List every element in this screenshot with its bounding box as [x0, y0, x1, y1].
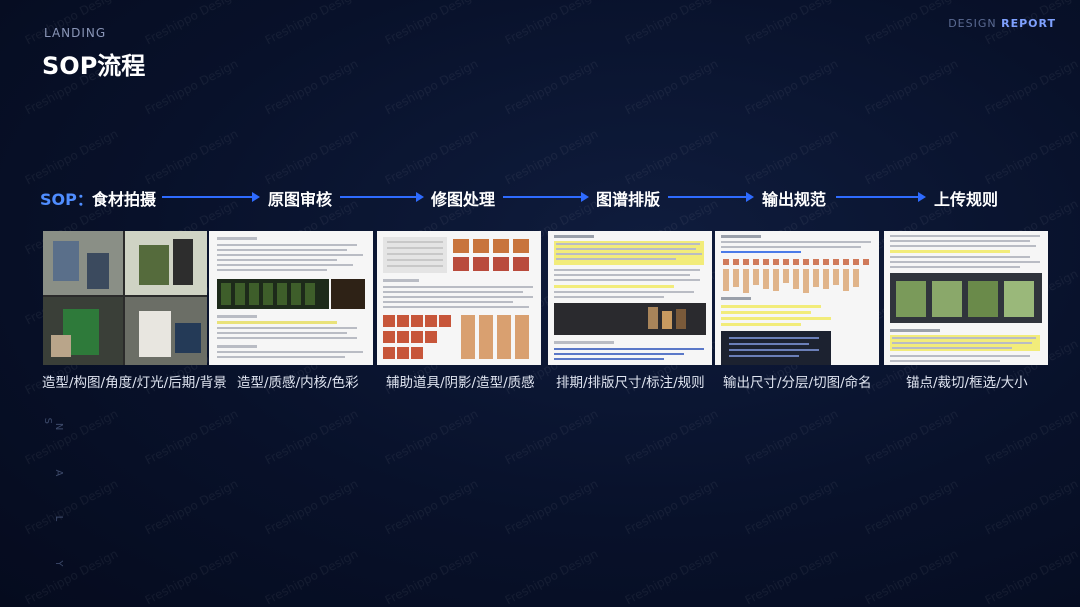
caption-step-2: 造型/质感/内核/色彩	[237, 375, 359, 391]
photo-collage-image	[43, 231, 207, 365]
retouch-doc-card	[377, 231, 541, 365]
report-word: REPORT	[1001, 17, 1056, 30]
watermark-text: Freshippo Design	[742, 546, 841, 607]
review-doc-card	[209, 231, 373, 365]
upload-rules-card	[884, 231, 1048, 365]
watermark-text: Freshippo Design	[862, 476, 961, 538]
watermark-text: Freshippo Design	[262, 406, 361, 468]
watermark-text: Freshippo Design	[982, 476, 1080, 538]
watermark-text: Freshippo Design	[622, 406, 721, 468]
caption-step-4: 排期/排版尺寸/标注/规则	[556, 375, 705, 391]
watermark-text: Freshippo Design	[622, 476, 721, 538]
caption-step-5: 输出尺寸/分层/切图/命名	[723, 375, 872, 391]
watermark-text: Freshippo Design	[22, 546, 121, 607]
caption-step-1: 造型/构图/角度/灯光/后期/背景	[42, 375, 227, 391]
caption-step-6: 锚点/裁切/框选/大小	[906, 375, 1028, 391]
watermark-text: Freshippo Design	[142, 126, 241, 188]
flow-arrow	[162, 192, 260, 202]
watermark-text: Freshippo Design	[142, 406, 241, 468]
watermark-text: Freshippo Design	[22, 126, 121, 188]
watermark-text: Freshippo Design	[502, 56, 601, 118]
watermark-text: Freshippo Design	[502, 476, 601, 538]
watermark-text: Freshippo Design	[982, 56, 1080, 118]
watermark-text: Freshippo Design	[622, 546, 721, 607]
watermark-text: Freshippo Design	[502, 406, 601, 468]
flow-step-5: 输出规范	[762, 190, 827, 209]
flow-step-3: 修图处理	[431, 190, 496, 209]
section-label: LANDING	[44, 26, 107, 40]
watermark-text: Freshippo Design	[22, 0, 121, 48]
watermark-text: Freshippo Design	[862, 126, 961, 188]
watermark-text: Freshippo Design	[742, 476, 841, 538]
watermark-text: Freshippo Design	[382, 406, 481, 468]
watermark-text: Freshippo Design	[862, 56, 961, 118]
watermark-text: Freshippo Design	[142, 0, 241, 48]
watermark-text: Freshippo Design	[862, 546, 961, 607]
watermark-text: Freshippo Design	[502, 0, 601, 48]
output-spec-image	[715, 231, 879, 365]
layout-doc-card	[548, 231, 712, 365]
watermark-text: Freshippo Design	[982, 126, 1080, 188]
watermark-text: Freshippo Design	[742, 126, 841, 188]
watermark-text: Freshippo Design	[262, 476, 361, 538]
report-prefix: DESIGN	[948, 17, 997, 30]
flow-step-2: 原图审核	[268, 190, 333, 209]
watermark-text: Freshippo Design	[502, 546, 601, 607]
watermark-text: Freshippo Design	[262, 126, 361, 188]
watermark-text: Freshippo Design	[382, 476, 481, 538]
watermark-text: Freshippo Design	[982, 546, 1080, 607]
watermark-text: Freshippo Design	[982, 406, 1080, 468]
watermark-text: Freshippo Design	[742, 0, 841, 48]
watermark-text: Freshippo Design	[862, 0, 961, 48]
layout-doc-image	[548, 231, 712, 365]
flow-step-4: 图谱排版	[596, 190, 661, 209]
watermark-text: Freshippo Design	[262, 0, 361, 48]
watermark-text: Freshippo Design	[742, 56, 841, 118]
watermark-text: Freshippo Design	[862, 406, 961, 468]
watermark-text: Freshippo Design	[622, 126, 721, 188]
upload-rules-image	[884, 231, 1048, 365]
caption-step-3: 辅助道具/阴影/造型/质感	[386, 375, 535, 391]
report-tag: DESIGN REPORT	[948, 17, 1056, 30]
watermark-text: Freshippo Design	[382, 56, 481, 118]
watermark-text: Freshippo Design	[382, 546, 481, 607]
flow-arrow	[340, 192, 424, 202]
watermark-text: Freshippo Design	[622, 56, 721, 118]
flow-arrow	[668, 192, 754, 202]
watermark-text: Freshippo Design	[262, 56, 361, 118]
watermark-text: Freshippo Design	[142, 546, 241, 607]
watermark-text: Freshippo Design	[22, 406, 121, 468]
watermark-text: Freshippo Design	[382, 0, 481, 48]
watermark-text: Freshippo Design	[262, 546, 361, 607]
watermark-text: Freshippo Design	[142, 476, 241, 538]
photo-collage-card	[43, 231, 207, 365]
output-spec-card	[715, 231, 879, 365]
retouch-doc-image	[377, 231, 541, 365]
sop-label: SOP：	[40, 190, 93, 209]
flow-step-6: 上传规则	[934, 190, 999, 209]
review-doc-image	[209, 231, 373, 365]
watermark-text: Freshippo Design	[622, 0, 721, 48]
watermark-text: Freshippo Design	[142, 56, 241, 118]
watermark-text: Freshippo Design	[742, 406, 841, 468]
watermark-text: Freshippo Design	[22, 476, 121, 538]
flow-step-1: 食材拍摄	[92, 190, 157, 209]
flow-arrow	[836, 192, 926, 202]
flow-arrow	[503, 192, 589, 202]
watermark-text: Freshippo Design	[382, 126, 481, 188]
page-title: SOP流程	[42, 52, 146, 80]
watermark-text: Freshippo Design	[502, 126, 601, 188]
